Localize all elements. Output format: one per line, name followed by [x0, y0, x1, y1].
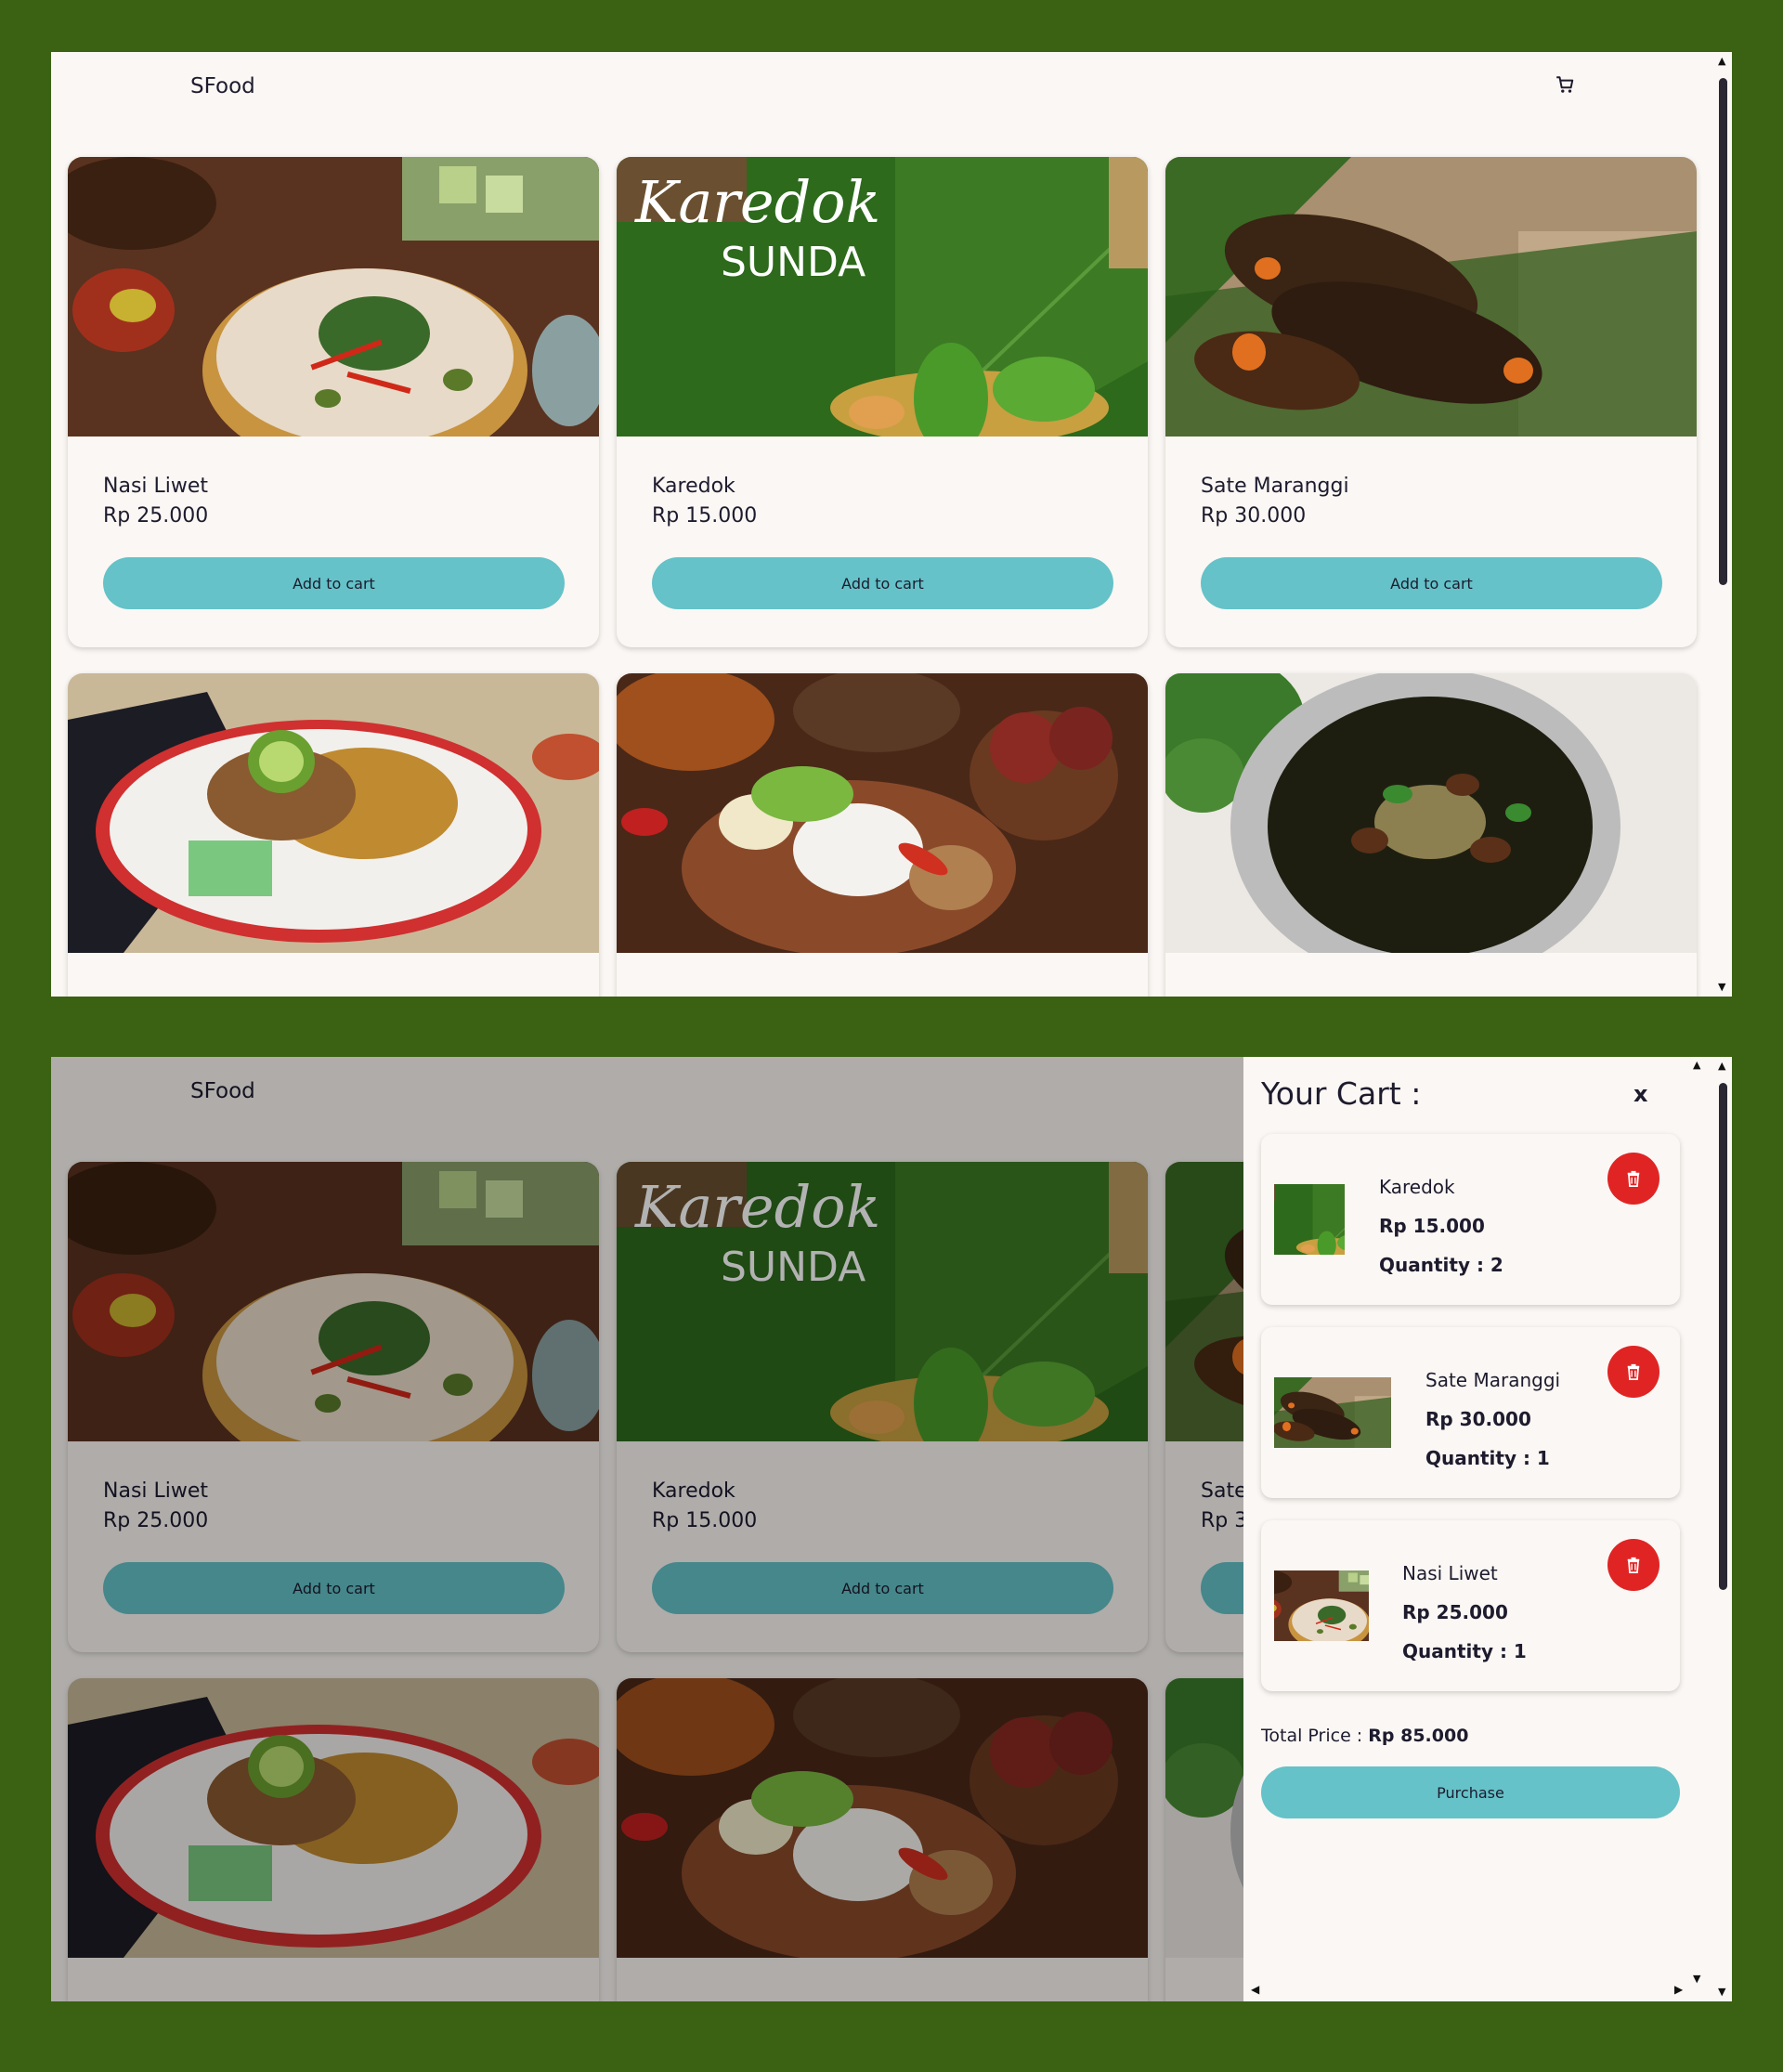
- cart-item-price: Rp 25.000: [1402, 1601, 1508, 1623]
- trash-icon: [1624, 1556, 1643, 1574]
- nasi-liwet-image: [68, 1162, 599, 1441]
- gudeg-image: [617, 1678, 1148, 1958]
- cart-item-price: Rp 30.000: [1425, 1408, 1531, 1430]
- nasi-liwet-image: [68, 157, 599, 437]
- product-price: Rp 15.000: [652, 504, 758, 528]
- image-text-line1: Karedok: [634, 168, 880, 236]
- cart-item-thumbnail: [1274, 1570, 1369, 1641]
- cart-item-quantity: Quantity : 1: [1402, 1640, 1527, 1662]
- remove-item-button[interactable]: [1607, 1346, 1659, 1398]
- scroll-down-arrow-icon[interactable]: ▼: [1718, 982, 1725, 993]
- panel-scroll-up-arrow-icon[interactable]: ▲: [1693, 1059, 1700, 1071]
- storefront-window: SFood Nasi Liwet Rp 25.000 Add to cart K…: [51, 52, 1732, 997]
- cart-item-name: Sate Maranggi: [1425, 1369, 1561, 1391]
- cart-button[interactable]: [1551, 71, 1579, 98]
- brand-logo[interactable]: SFood: [190, 1079, 255, 1103]
- product-price: Rp 30.000: [1201, 504, 1307, 528]
- add-to-cart-button[interactable]: Add to cart: [652, 557, 1113, 609]
- scroll-thumb[interactable]: [1719, 78, 1727, 585]
- add-to-cart-button[interactable]: Add to cart: [103, 1562, 565, 1614]
- siomay-image: [68, 673, 599, 953]
- product-name: Nasi Liwet: [103, 1479, 209, 1503]
- add-to-cart-button[interactable]: Add to cart: [103, 557, 565, 609]
- product-card: [68, 673, 599, 997]
- purchase-button[interactable]: Purchase: [1261, 1766, 1680, 1818]
- cart-item-thumbnail: [1274, 1184, 1345, 1255]
- scroll-left-arrow-icon[interactable]: ◀: [1251, 1983, 1259, 1996]
- cart-title: Your Cart :: [1261, 1075, 1422, 1112]
- shopping-cart-icon: [1555, 74, 1575, 95]
- scroll-thumb[interactable]: [1719, 1083, 1727, 1590]
- product-card: Nasi Liwet Rp 25.000 Add to cart: [68, 157, 599, 647]
- product-price: Rp 25.000: [103, 1509, 209, 1532]
- image-text-line1: Karedok: [634, 1173, 880, 1241]
- karedok-image: Karedok SUNDA: [617, 1162, 1148, 1441]
- cart-item-name: Nasi Liwet: [1402, 1562, 1498, 1584]
- total-price-value: Rp 85.000: [1368, 1726, 1469, 1746]
- product-card: [617, 673, 1148, 997]
- cart-item: Nasi Liwet Rp 25.000 Quantity : 1: [1261, 1520, 1680, 1691]
- product-name: Karedok: [652, 1479, 735, 1503]
- cart-item-price: Rp 15.000: [1379, 1215, 1485, 1237]
- vertical-scrollbar[interactable]: ▲ ▼: [1713, 52, 1732, 997]
- scroll-right-arrow-icon[interactable]: ▶: [1674, 1983, 1683, 1996]
- scroll-down-arrow-icon[interactable]: ▼: [1718, 1987, 1725, 1998]
- cart-item-quantity: Quantity : 2: [1379, 1254, 1503, 1276]
- add-to-cart-button[interactable]: Add to cart: [1201, 557, 1662, 609]
- cart-item-thumbnail: [1274, 1377, 1391, 1448]
- cart-item-quantity: Quantity : 1: [1425, 1447, 1550, 1469]
- cart-drawer: Your Cart : x Karedok Rp 15.000 Quantity…: [1243, 1057, 1732, 2001]
- product-name: Nasi Liwet: [103, 475, 209, 498]
- scroll-up-arrow-icon[interactable]: ▲: [1718, 1061, 1725, 1072]
- product-grid: Nasi Liwet Rp 25.000 Add to cart Karedok…: [68, 157, 1697, 997]
- product-card: Karedok SUNDA Karedok Rp 15.000 Add to c…: [617, 1162, 1148, 1652]
- panel-scroll-down-arrow-icon[interactable]: ▼: [1693, 1973, 1700, 1985]
- close-cart-button[interactable]: x: [1633, 1081, 1647, 1107]
- product-price: Rp 25.000: [103, 504, 209, 528]
- cart-item-name: Karedok: [1379, 1176, 1455, 1198]
- product-card: [68, 1678, 599, 2001]
- add-to-cart-button[interactable]: Add to cart: [652, 1562, 1113, 1614]
- product-name: Karedok: [652, 475, 735, 498]
- product-card: Karedok SUNDA Karedok Rp 15.000 Add to c…: [617, 157, 1148, 647]
- product-card: Nasi Liwet Rp 25.000 Add to cart: [68, 1162, 599, 1652]
- remove-item-button[interactable]: [1607, 1153, 1659, 1205]
- product-card: [617, 1678, 1148, 2001]
- product-name: Sate Maranggi: [1201, 475, 1349, 498]
- trash-icon: [1624, 1362, 1643, 1381]
- scroll-up-arrow-icon[interactable]: ▲: [1718, 56, 1725, 67]
- total-price-label: Total Price :: [1261, 1726, 1363, 1746]
- total-price: Total Price : Rp 85.000: [1261, 1726, 1468, 1746]
- image-text-line2: SUNDA: [721, 239, 865, 286]
- site-header: SFood: [51, 52, 1713, 126]
- cart-item: Sate Maranggi Rp 30.000 Quantity : 1: [1261, 1327, 1680, 1498]
- trash-icon: [1624, 1169, 1643, 1188]
- brand-logo[interactable]: SFood: [190, 74, 255, 98]
- karedok-image: Karedok SUNDA: [617, 157, 1148, 437]
- sate-maranggi-image: [1165, 157, 1697, 437]
- gudeg-image: [617, 673, 1148, 953]
- vertical-scrollbar[interactable]: ▲ ▼: [1713, 1057, 1732, 2001]
- product-price: Rp 15.000: [652, 1509, 758, 1532]
- storefront-with-cart-window: SFood Nasi Liwet Rp 25.000 Add to cart K…: [51, 1057, 1732, 2001]
- rawon-image: [1165, 673, 1697, 953]
- remove-item-button[interactable]: [1607, 1539, 1659, 1591]
- cart-item: Karedok Rp 15.000 Quantity : 2: [1261, 1134, 1680, 1305]
- product-card: Sate Maranggi Rp 30.000 Add to cart: [1165, 157, 1697, 647]
- product-card: [1165, 673, 1697, 997]
- siomay-image: [68, 1678, 599, 1958]
- image-text-line2: SUNDA: [721, 1244, 865, 1291]
